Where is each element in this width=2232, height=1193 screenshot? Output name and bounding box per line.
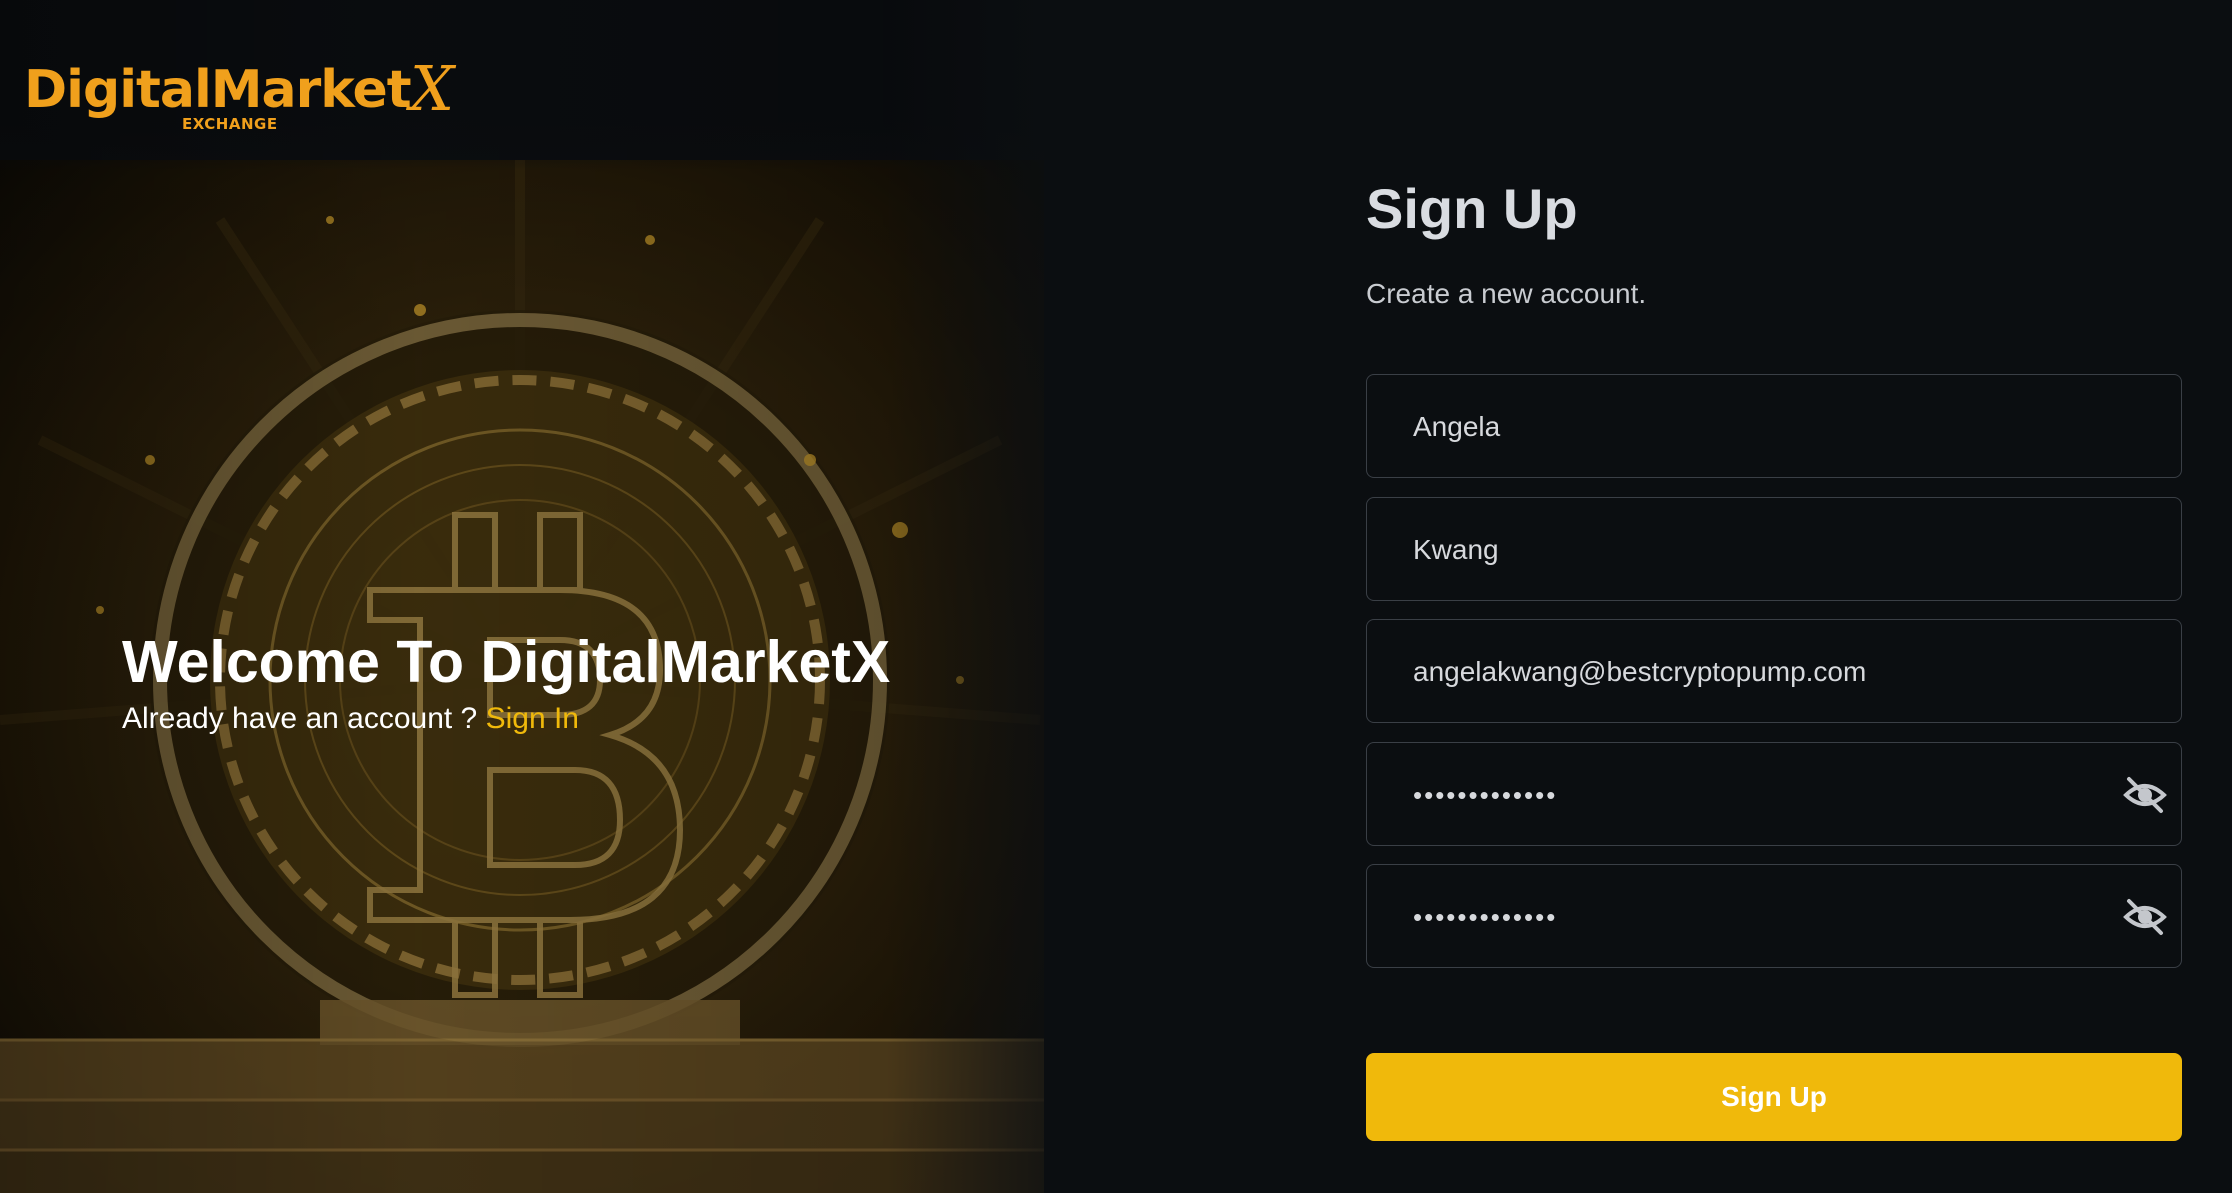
signup-form: Sign Up Create a new account. Angela Kwa… bbox=[1366, 0, 2184, 1193]
welcome-block: Welcome To DigitalMarketX Already have a… bbox=[122, 628, 890, 738]
logo-exchange-label: EXCHANGE bbox=[182, 115, 278, 133]
signup-page: DigitalMarket X EXCHANGE Welcome To Digi… bbox=[0, 0, 2232, 1193]
email-input[interactable] bbox=[1411, 620, 2095, 724]
confirm-password-input[interactable] bbox=[1411, 865, 2095, 969]
logo-wordmark: DigitalMarket bbox=[24, 60, 412, 120]
email-field[interactable] bbox=[1366, 619, 2182, 724]
last-name-input[interactable] bbox=[1411, 498, 2095, 602]
signin-prompt: Already have an account ? Sign In bbox=[122, 700, 890, 738]
confirm-password-field[interactable] bbox=[1366, 864, 2182, 969]
eye-off-icon[interactable] bbox=[2123, 775, 2167, 815]
last-name-field[interactable] bbox=[1366, 497, 2182, 602]
logo-x-mark: X bbox=[410, 52, 455, 125]
first-name-input[interactable] bbox=[1411, 375, 2095, 479]
password-input[interactable] bbox=[1411, 743, 2095, 847]
eye-off-icon[interactable] bbox=[2123, 897, 2167, 937]
signin-prompt-text: Already have an account ? bbox=[122, 702, 478, 735]
form-title: Sign Up bbox=[1366, 177, 1578, 240]
form-subtitle: Create a new account. bbox=[1366, 278, 1647, 309]
password-field[interactable] bbox=[1366, 742, 2182, 847]
brand-logo[interactable]: DigitalMarket X EXCHANGE bbox=[24, 52, 454, 138]
first-name-field[interactable] bbox=[1366, 374, 2182, 479]
signin-link[interactable]: Sign In bbox=[486, 702, 579, 735]
welcome-title: Welcome To DigitalMarketX bbox=[122, 629, 891, 695]
hero-panel: DigitalMarket X EXCHANGE Welcome To Digi… bbox=[0, 0, 1044, 1193]
signup-button[interactable]: Sign Up bbox=[1366, 1053, 2182, 1141]
